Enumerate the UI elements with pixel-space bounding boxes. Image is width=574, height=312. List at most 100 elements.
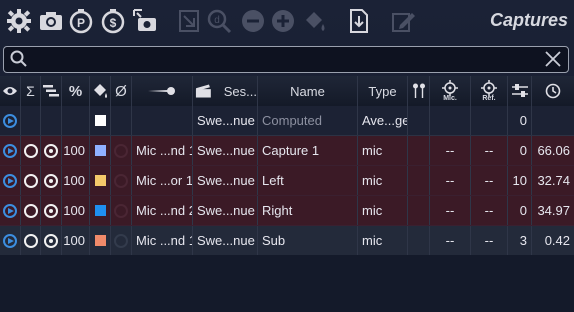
mic-val-cell: -- — [430, 136, 471, 165]
stack-icon[interactable] — [41, 76, 62, 106]
eye-icon[interactable] — [0, 76, 21, 106]
color-swatch[interactable] — [94, 145, 106, 156]
download-icon[interactable] — [346, 8, 372, 34]
null-toggle[interactable] — [114, 203, 128, 218]
color-cell — [90, 136, 111, 165]
mic-val-cell: -- — [430, 196, 471, 225]
duration-cell: 34.97 — [537, 203, 570, 218]
count-cell: 0 — [508, 106, 532, 135]
ring1-cell — [21, 136, 41, 165]
ref-val-cell: -- — [471, 136, 508, 165]
null-toggle[interactable] — [114, 173, 128, 188]
sum-toggle[interactable] — [23, 203, 38, 218]
zoom-d-icon[interactable]: d — [206, 8, 232, 34]
mic-cell: Mic ...nd 2 — [132, 196, 193, 225]
window-title: Captures — [489, 10, 568, 30]
play-icon[interactable] — [3, 173, 17, 188]
color-swatch[interactable] — [94, 235, 106, 246]
name-cell[interactable]: Right — [258, 196, 358, 225]
stopwatch-p-icon[interactable]: P — [68, 8, 94, 34]
count-cell: 0 — [508, 196, 532, 225]
mic-pair-cell — [408, 136, 430, 165]
table-row[interactable]: 100 Mic ...nd 1 Swe...nue Sub mic -- -- 3 0.42 — [0, 226, 574, 256]
null-toggle[interactable] — [114, 143, 128, 158]
stack-toggle[interactable] — [44, 203, 58, 218]
color-fill-icon[interactable] — [90, 76, 111, 106]
ref-val-cell: -- — [471, 226, 508, 255]
name-cell[interactable]: Sub — [258, 226, 358, 255]
play-cell — [0, 136, 21, 165]
play-cell — [0, 166, 21, 195]
play-icon[interactable] — [3, 233, 17, 248]
percent-icon[interactable]: % — [62, 76, 90, 106]
type-cell: mic — [358, 166, 408, 195]
play-icon[interactable] — [3, 203, 17, 218]
mic-cell: Mic ...nd 1 — [132, 226, 193, 255]
target-icon — [442, 80, 458, 96]
mic-pair-icon[interactable] — [408, 76, 430, 106]
name-cell[interactable]: Computed — [258, 106, 358, 135]
color-cell — [90, 226, 111, 255]
session-cell: Swe...nue — [193, 166, 258, 195]
mic-val-cell: -- — [430, 226, 471, 255]
type-header[interactable]: Type — [358, 76, 408, 106]
sliders-icon[interactable] — [508, 76, 532, 106]
type-cell: mic — [358, 136, 408, 165]
stopwatch-dollar-icon[interactable]: $ — [100, 8, 126, 34]
clear-icon[interactable] — [544, 50, 562, 68]
table-row[interactable]: 100 Mic ...nd 1 Swe...nue Capture 1 mic -- -- 0… — [0, 136, 574, 166]
name-header[interactable]: Name — [258, 76, 358, 106]
color-swatch[interactable] — [94, 205, 106, 216]
color-swatch[interactable] — [94, 175, 106, 186]
camera-icon[interactable] — [38, 8, 64, 34]
plus-icon[interactable] — [270, 8, 296, 34]
ring1-cell — [21, 226, 41, 255]
sum-toggle[interactable] — [23, 173, 38, 188]
table-row[interactable]: Swe...nue Computed Ave...ge 0 — [0, 106, 574, 136]
fill-icon[interactable] — [302, 8, 328, 34]
table-row[interactable]: 100 Mic ...or 1 Swe...nue Left mic -- -- 10 32.7… — [0, 166, 574, 196]
toolbar: P $ d Captures — [0, 0, 574, 42]
play-cell — [0, 226, 21, 255]
ring3-cell — [111, 136, 132, 165]
play-icon[interactable] — [3, 143, 17, 158]
clapperboard-icon — [195, 84, 211, 98]
play-icon[interactable] — [3, 113, 17, 128]
import-icon[interactable] — [176, 8, 202, 34]
search-input[interactable] — [34, 49, 538, 70]
camera-stack-icon[interactable] — [132, 8, 158, 34]
name-cell[interactable]: Capture 1 — [258, 136, 358, 165]
ref-target-header[interactable]: Ref. — [471, 76, 508, 106]
clock-icon[interactable] — [532, 76, 574, 106]
stack-toggle[interactable] — [44, 143, 58, 158]
table-row[interactable]: 100 Mic ...nd 2 Swe...nue Right mic -- -- 0 34.9… — [0, 196, 574, 226]
play-cell — [0, 196, 21, 225]
mic-target-header[interactable]: Mic. — [430, 76, 471, 106]
ring1-cell — [21, 166, 41, 195]
sum-toggle[interactable] — [23, 233, 38, 248]
color-swatch[interactable] — [94, 115, 106, 126]
gear-icon[interactable] — [6, 8, 32, 34]
ring1-cell — [21, 106, 41, 135]
null-toggle[interactable] — [114, 233, 128, 248]
percent-cell: 100 — [62, 166, 90, 195]
session-header[interactable]: Ses... — [193, 76, 258, 106]
duration-cell: 0.42 — [544, 233, 570, 248]
table-header: Σ % Ø Ses... Name Type Mic. Ref. — [0, 76, 574, 107]
ring2-cell — [41, 196, 62, 225]
ring3-cell — [111, 226, 132, 255]
mic-cell — [132, 106, 193, 135]
minus-icon[interactable] — [240, 8, 266, 34]
stack-toggle[interactable] — [44, 233, 58, 248]
percent-cell: 100 — [62, 136, 90, 165]
ref-val-cell: -- — [471, 196, 508, 225]
sum-icon[interactable]: Σ — [21, 76, 41, 106]
type-cell: mic — [358, 226, 408, 255]
null-icon[interactable]: Ø — [111, 76, 132, 106]
name-cell[interactable]: Left — [258, 166, 358, 195]
edit-icon[interactable] — [390, 8, 416, 34]
mic-pair-cell — [408, 166, 430, 195]
microphone-icon[interactable] — [132, 76, 193, 106]
stack-toggle[interactable] — [44, 173, 58, 188]
sum-toggle[interactable] — [23, 143, 38, 158]
